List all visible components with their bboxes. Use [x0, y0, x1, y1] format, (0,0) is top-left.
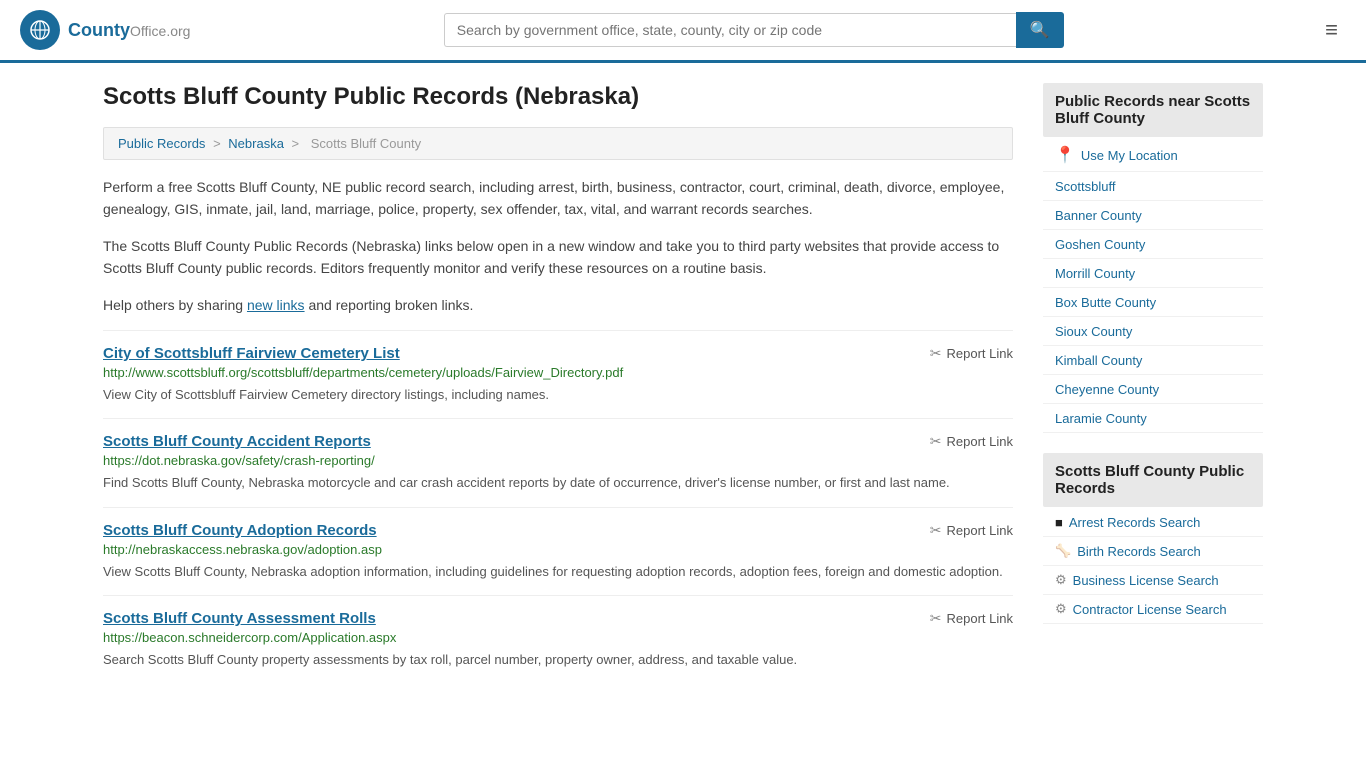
sidebar-item-laramie: Laramie County: [1043, 404, 1263, 433]
sidebar-link-birth[interactable]: Birth Records Search: [1077, 544, 1201, 559]
sidebar-nearby-list: 📍 Use My Location Scottsbluff Banner Cou…: [1043, 139, 1263, 433]
record-desc: View City of Scottsbluff Fairview Cemete…: [103, 385, 1013, 405]
location-pin-icon: 📍: [1055, 145, 1075, 165]
sidebar-link-boxbutte[interactable]: Box Butte County: [1055, 295, 1156, 310]
report-icon: ✂: [930, 610, 942, 627]
record-header: Scotts Bluff County Assessment Rolls ✂ R…: [103, 610, 1013, 627]
record-url: https://beacon.schneidercorp.com/Applica…: [103, 630, 1013, 645]
report-link-button[interactable]: ✂ Report Link: [930, 610, 1013, 627]
sidebar-link-contractor[interactable]: Contractor License Search: [1073, 602, 1227, 617]
content-area: Scotts Bluff County Public Records (Nebr…: [103, 83, 1013, 684]
sidebar-item-cheyenne: Cheyenne County: [1043, 375, 1263, 404]
record-desc: View Scotts Bluff County, Nebraska adopt…: [103, 562, 1013, 582]
breadcrumb-public-records[interactable]: Public Records: [118, 136, 205, 151]
report-link-button[interactable]: ✂ Report Link: [930, 345, 1013, 362]
sidebar-item-business: ⚙ Business License Search: [1043, 566, 1263, 595]
sidebar-link-kimball[interactable]: Kimball County: [1055, 353, 1142, 368]
record-url: http://nebraskaccess.nebraska.gov/adopti…: [103, 542, 1013, 557]
record-desc: Search Scotts Bluff County property asse…: [103, 650, 1013, 670]
record-item: Scotts Bluff County Accident Reports ✂ R…: [103, 418, 1013, 507]
arrest-icon: ■: [1055, 515, 1063, 530]
logo-icon: [20, 10, 60, 50]
sidebar-records-list: ■ Arrest Records Search 🦴 Birth Records …: [1043, 509, 1263, 624]
sidebar-item-boxbutte: Box Butte County: [1043, 288, 1263, 317]
search-input[interactable]: [444, 13, 1016, 47]
sidebar-link-laramie[interactable]: Laramie County: [1055, 411, 1147, 426]
breadcrumb-county: Scotts Bluff County: [311, 136, 421, 151]
description-1: Perform a free Scotts Bluff County, NE p…: [103, 176, 1013, 221]
record-header: Scotts Bluff County Adoption Records ✂ R…: [103, 522, 1013, 539]
header: CountyOffice.org 🔍 ≡: [0, 0, 1366, 63]
menu-button[interactable]: ≡: [1317, 13, 1346, 47]
sidebar-link-banner[interactable]: Banner County: [1055, 208, 1142, 223]
record-title[interactable]: Scotts Bluff County Adoption Records: [103, 522, 377, 539]
sidebar-link-morrill[interactable]: Morrill County: [1055, 266, 1135, 281]
record-title[interactable]: Scotts Bluff County Accident Reports: [103, 433, 371, 450]
sidebar-item-kimball: Kimball County: [1043, 346, 1263, 375]
record-item: Scotts Bluff County Assessment Rolls ✂ R…: [103, 595, 1013, 684]
menu-icon: ≡: [1325, 17, 1338, 42]
record-item: City of Scottsbluff Fairview Cemetery Li…: [103, 330, 1013, 419]
record-title[interactable]: City of Scottsbluff Fairview Cemetery Li…: [103, 345, 400, 362]
search-button[interactable]: 🔍: [1016, 12, 1064, 48]
description-2: The Scotts Bluff County Public Records (…: [103, 235, 1013, 280]
sidebar-item-birth: 🦴 Birth Records Search: [1043, 537, 1263, 566]
sidebar-item-goshen: Goshen County: [1043, 230, 1263, 259]
record-header: City of Scottsbluff Fairview Cemetery Li…: [103, 345, 1013, 362]
report-icon: ✂: [930, 522, 942, 539]
main-container: Scotts Bluff County Public Records (Nebr…: [83, 63, 1283, 684]
description-3: Help others by sharing new links and rep…: [103, 294, 1013, 316]
search-icon: 🔍: [1030, 22, 1050, 39]
sidebar-link-scottsbluff[interactable]: Scottsbluff: [1055, 179, 1115, 194]
sidebar-item-scottsbluff: Scottsbluff: [1043, 172, 1263, 201]
sidebar-item-sioux: Sioux County: [1043, 317, 1263, 346]
sidebar-link-goshen[interactable]: Goshen County: [1055, 237, 1145, 252]
records-list: City of Scottsbluff Fairview Cemetery Li…: [103, 330, 1013, 684]
page-title: Scotts Bluff County Public Records (Nebr…: [103, 83, 1013, 111]
business-icon: ⚙: [1055, 572, 1067, 588]
sidebar-nearby-header: Public Records near Scotts Bluff County: [1043, 83, 1263, 137]
record-title[interactable]: Scotts Bluff County Assessment Rolls: [103, 610, 376, 627]
sidebar: Public Records near Scotts Bluff County …: [1043, 83, 1263, 684]
sidebar-item-banner: Banner County: [1043, 201, 1263, 230]
sidebar-link-business[interactable]: Business License Search: [1073, 573, 1219, 588]
record-desc: Find Scotts Bluff County, Nebraska motor…: [103, 473, 1013, 493]
sidebar-item-arrest: ■ Arrest Records Search: [1043, 509, 1263, 537]
sidebar-link-cheyenne[interactable]: Cheyenne County: [1055, 382, 1159, 397]
sidebar-link-sioux[interactable]: Sioux County: [1055, 324, 1132, 339]
new-links[interactable]: new links: [247, 297, 305, 313]
breadcrumb: Public Records > Nebraska > Scotts Bluff…: [103, 127, 1013, 160]
header-right: ≡: [1317, 13, 1346, 47]
report-icon: ✂: [930, 345, 942, 362]
report-icon: ✂: [930, 433, 942, 450]
contractor-icon: ⚙: [1055, 601, 1067, 617]
record-item: Scotts Bluff County Adoption Records ✂ R…: [103, 507, 1013, 596]
record-url: http://www.scottsbluff.org/scottsbluff/d…: [103, 365, 1013, 380]
use-location-link[interactable]: Use My Location: [1081, 148, 1178, 163]
sidebar-nearby-section: Public Records near Scotts Bluff County …: [1043, 83, 1263, 433]
logo-area: CountyOffice.org: [20, 10, 190, 50]
sidebar-item-morrill: Morrill County: [1043, 259, 1263, 288]
record-header: Scotts Bluff County Accident Reports ✂ R…: [103, 433, 1013, 450]
birth-icon: 🦴: [1055, 543, 1071, 559]
record-url: https://dot.nebraska.gov/safety/crash-re…: [103, 453, 1013, 468]
report-link-button[interactable]: ✂ Report Link: [930, 433, 1013, 450]
sidebar-records-section: Scotts Bluff County Public Records ■ Arr…: [1043, 453, 1263, 624]
sidebar-item-contractor: ⚙ Contractor License Search: [1043, 595, 1263, 624]
sidebar-link-arrest[interactable]: Arrest Records Search: [1069, 515, 1201, 530]
breadcrumb-nebraska[interactable]: Nebraska: [228, 136, 284, 151]
report-link-button[interactable]: ✂ Report Link: [930, 522, 1013, 539]
sidebar-records-header: Scotts Bluff County Public Records: [1043, 453, 1263, 507]
search-area: 🔍: [444, 12, 1064, 48]
logo-text: CountyOffice.org: [68, 20, 190, 41]
use-location-item[interactable]: 📍 Use My Location: [1043, 139, 1263, 172]
